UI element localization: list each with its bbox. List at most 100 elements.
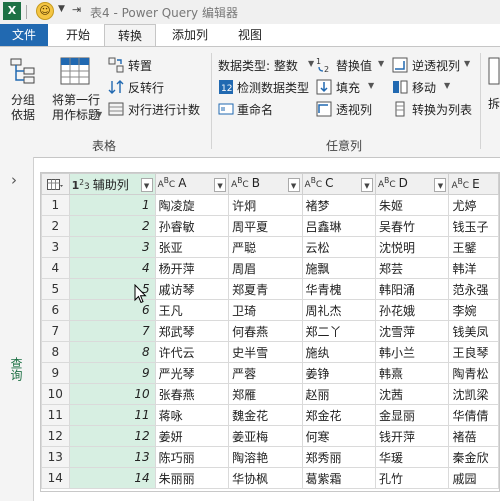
column-header-b[interactable]: ABC B ▼ bbox=[228, 173, 303, 195]
table-cell[interactable]: 吴春竹 bbox=[374, 215, 450, 237]
table-cell[interactable]: 秦金欣 bbox=[448, 446, 499, 468]
table-cell[interactable]: 沈凯梁 bbox=[448, 383, 499, 405]
table-cell[interactable]: 卫琦 bbox=[228, 299, 303, 321]
table-cell[interactable]: 姜妍 bbox=[154, 425, 230, 447]
group-by-button[interactable]: 分组 依据 bbox=[4, 55, 40, 125]
table-cell[interactable]: 王良琴 bbox=[448, 341, 499, 363]
text-type-icon[interactable]: ABC bbox=[451, 177, 469, 191]
table-cell[interactable]: 周平夏 bbox=[228, 215, 303, 237]
table-cell[interactable]: 戚访琴 bbox=[154, 278, 230, 300]
table-cell[interactable]: 朱姬 bbox=[374, 194, 450, 216]
data-type-dropdown[interactable]: 数据类型: 整数 ▼ bbox=[218, 56, 314, 74]
table-row[interactable]: 7 7 郑武琴 何春燕 郑二丫 沈雪萍 钱美凤 bbox=[41, 320, 499, 342]
table-cell[interactable]: 韩洋 bbox=[448, 257, 499, 279]
column-filter-dropdown-icon[interactable]: ▼ bbox=[287, 178, 300, 192]
row-number[interactable]: 1 bbox=[41, 194, 70, 216]
table-cell[interactable]: 赵丽 bbox=[301, 383, 377, 405]
table-cell[interactable]: 王鐾 bbox=[448, 236, 499, 258]
cell-aux-value[interactable]: 2 bbox=[68, 215, 156, 237]
table-cell[interactable]: 范永强 bbox=[448, 278, 499, 300]
table-cell[interactable]: 韩小兰 bbox=[374, 341, 450, 363]
table-cell[interactable]: 尤婷 bbox=[448, 194, 499, 216]
table-cell[interactable]: 郑金花 bbox=[301, 404, 377, 426]
table-row[interactable]: 10 10 张春燕 郑雁 赵丽 沈茜 沈凯梁 bbox=[41, 383, 499, 405]
data-grid[interactable]: 123 辅助列 ▼ ABC A ▼ ABC B ▼ ABC C ▼ ABC D ▼ bbox=[40, 172, 500, 492]
row-number[interactable]: 5 bbox=[41, 278, 70, 300]
table-cell[interactable]: 陶溶艳 bbox=[228, 446, 303, 468]
table-cell[interactable]: 韩阳涌 bbox=[374, 278, 450, 300]
convert-to-list-button[interactable]: 转换为列表 bbox=[392, 100, 474, 118]
table-cell[interactable]: 钱美凤 bbox=[448, 320, 499, 342]
fill-button[interactable]: 填充 ▼ bbox=[316, 78, 386, 96]
use-first-row-dropdown-icon[interactable]: ▼ bbox=[96, 110, 102, 119]
table-row[interactable]: 11 11 蒋咏 魏金花 郑金花 金显丽 华倩倩 bbox=[41, 404, 499, 426]
table-cell[interactable]: 沈茜 bbox=[374, 383, 450, 405]
table-cell[interactable]: 华青槐 bbox=[301, 278, 377, 300]
tab-add-column[interactable]: 添加列 bbox=[164, 24, 216, 46]
row-number[interactable]: 11 bbox=[41, 404, 70, 426]
table-cell[interactable]: 施飘 bbox=[301, 257, 377, 279]
column-header-aux[interactable]: 123 辅助列 ▼ bbox=[68, 173, 156, 195]
cell-aux-value[interactable]: 1 bbox=[68, 194, 156, 216]
cell-aux-value[interactable]: 9 bbox=[68, 362, 156, 384]
table-row[interactable]: 1 1 陶凌旋 许炯 褚梦 朱姬 尤婷 bbox=[41, 194, 499, 216]
table-cell[interactable]: 周礼杰 bbox=[301, 299, 377, 321]
column-filter-dropdown-icon[interactable]: ▼ bbox=[214, 178, 227, 192]
table-cell[interactable]: 葛紫霜 bbox=[301, 467, 377, 489]
column-filter-dropdown-icon[interactable]: ▼ bbox=[434, 178, 447, 192]
text-type-icon[interactable]: ABC bbox=[305, 176, 323, 190]
table-cell[interactable]: 吕鑫琳 bbox=[301, 215, 377, 237]
pin-icon[interactable]: ⇥ bbox=[72, 3, 81, 16]
integer-type-icon[interactable]: 123 bbox=[72, 178, 90, 192]
pivot-column-button[interactable]: 透视列 bbox=[316, 100, 386, 118]
tab-transform[interactable]: 转换 bbox=[104, 24, 156, 46]
cell-aux-value[interactable]: 12 bbox=[68, 425, 156, 447]
table-cell[interactable]: 华瑗 bbox=[374, 446, 450, 468]
rename-button[interactable]: 重命名 bbox=[218, 100, 288, 118]
table-cell[interactable]: 许代云 bbox=[154, 341, 230, 363]
table-cell[interactable]: 华倩倩 bbox=[448, 404, 499, 426]
table-cell[interactable]: 郑芸 bbox=[374, 257, 450, 279]
table-cell[interactable]: 李婉 bbox=[448, 299, 499, 321]
table-cell[interactable]: 张春燕 bbox=[154, 383, 230, 405]
table-row[interactable]: 13 13 陈巧丽 陶溶艳 郑秀丽 华瑗 秦金欣 bbox=[41, 446, 499, 468]
tab-file[interactable]: 文件 bbox=[0, 24, 48, 46]
queries-pane-collapsed[interactable]: › 查询 bbox=[0, 157, 34, 501]
smiley-feedback-icon[interactable]: ☺ bbox=[36, 2, 54, 20]
column-filter-dropdown-icon[interactable]: ▼ bbox=[140, 177, 153, 192]
text-type-icon[interactable]: ABC bbox=[378, 176, 396, 190]
row-number[interactable]: 4 bbox=[41, 257, 70, 279]
column-header-e[interactable]: ABC E bbox=[448, 173, 499, 195]
row-number[interactable]: 10 bbox=[41, 383, 70, 405]
replace-values-button[interactable]: 12 替换值 ▼ bbox=[316, 56, 386, 74]
table-cell[interactable]: 魏金花 bbox=[228, 404, 303, 426]
table-row[interactable]: 5 5 戚访琴 郑夏青 华青槐 韩阳涌 范永强 bbox=[41, 278, 499, 300]
table-cell[interactable]: 孔竹 bbox=[374, 467, 450, 489]
column-header-c[interactable]: ABC C ▼ bbox=[301, 173, 377, 195]
table-cell[interactable]: 陈巧丽 bbox=[154, 446, 230, 468]
table-cell[interactable]: 金显丽 bbox=[374, 404, 450, 426]
table-cell[interactable]: 严蓉 bbox=[228, 362, 303, 384]
column-header-a[interactable]: ABC A ▼ bbox=[154, 173, 230, 195]
table-cell[interactable]: 韩熹 bbox=[374, 362, 450, 384]
table-cell[interactable]: 沈雪萍 bbox=[374, 320, 450, 342]
table-cell[interactable]: 严聪 bbox=[228, 236, 303, 258]
table-cell[interactable]: 姜亚梅 bbox=[228, 425, 303, 447]
expand-chevron-icon[interactable]: › bbox=[11, 171, 17, 189]
cell-aux-value[interactable]: 14 bbox=[68, 467, 156, 489]
table-corner-button[interactable] bbox=[41, 173, 70, 195]
tab-home[interactable]: 开始 bbox=[56, 24, 100, 46]
table-cell[interactable]: 郑武琴 bbox=[154, 320, 230, 342]
table-cell[interactable]: 王凡 bbox=[154, 299, 230, 321]
row-number[interactable]: 8 bbox=[41, 341, 70, 363]
table-cell[interactable]: 何春燕 bbox=[228, 320, 303, 342]
text-type-icon[interactable]: ABC bbox=[158, 176, 176, 190]
row-number[interactable]: 7 bbox=[41, 320, 70, 342]
table-cell[interactable]: 郑雁 bbox=[228, 383, 303, 405]
table-row[interactable]: 2 2 孙睿敏 周平夏 吕鑫琳 吴春竹 钱玉子 bbox=[41, 215, 499, 237]
unpivot-columns-button[interactable]: 逆透视列 ▼ bbox=[392, 56, 472, 74]
table-cell[interactable]: 郑秀丽 bbox=[301, 446, 377, 468]
table-cell[interactable]: 沈悦明 bbox=[374, 236, 450, 258]
table-row[interactable]: 8 8 许代云 史半雪 施纨 韩小兰 王良琴 bbox=[41, 341, 499, 363]
table-cell[interactable]: 施纨 bbox=[301, 341, 377, 363]
